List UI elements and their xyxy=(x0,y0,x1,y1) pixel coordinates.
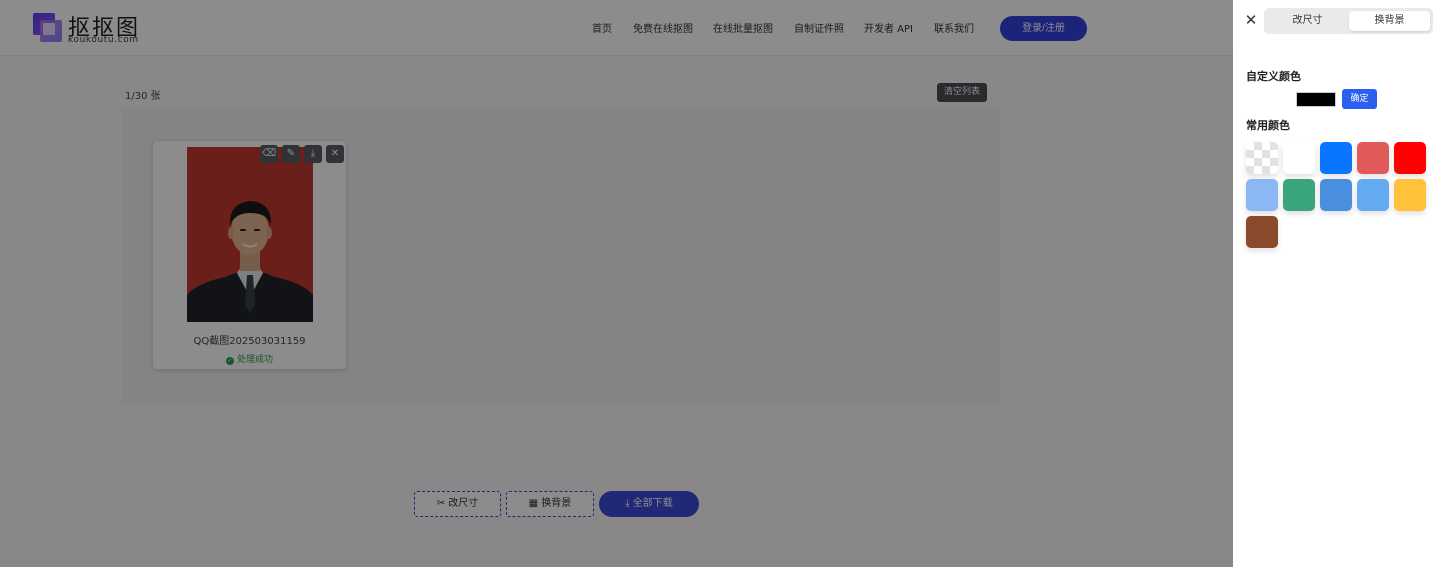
color-swatch[interactable] xyxy=(1246,216,1278,248)
color-swatch[interactable] xyxy=(1394,179,1426,211)
custom-color-title: 自定义颜色 xyxy=(1246,70,1301,83)
confirm-color-button[interactable]: 确定 xyxy=(1342,89,1377,109)
color-swatch[interactable] xyxy=(1283,179,1315,211)
color-swatch[interactable] xyxy=(1283,142,1315,174)
color-swatch[interactable] xyxy=(1394,142,1426,174)
color-swatch[interactable] xyxy=(1246,179,1278,211)
settings-drawer: ✕ 改尺寸 换背景 自定义颜色 确定 常用颜色 xyxy=(1233,0,1440,567)
custom-color-picker[interactable] xyxy=(1296,92,1336,107)
color-swatch[interactable] xyxy=(1320,179,1352,211)
modal-overlay[interactable] xyxy=(0,0,1233,567)
tab-change-background[interactable]: 换背景 xyxy=(1349,11,1430,31)
drawer-tabs: 改尺寸 换背景 xyxy=(1264,8,1433,34)
close-icon[interactable]: ✕ xyxy=(1243,12,1259,28)
color-swatch[interactable] xyxy=(1320,142,1352,174)
swatch-transparent[interactable] xyxy=(1246,142,1278,174)
color-swatch[interactable] xyxy=(1357,142,1389,174)
color-swatch[interactable] xyxy=(1357,179,1389,211)
tab-resize[interactable]: 改尺寸 xyxy=(1267,11,1348,31)
common-colors-title: 常用颜色 xyxy=(1246,119,1290,132)
